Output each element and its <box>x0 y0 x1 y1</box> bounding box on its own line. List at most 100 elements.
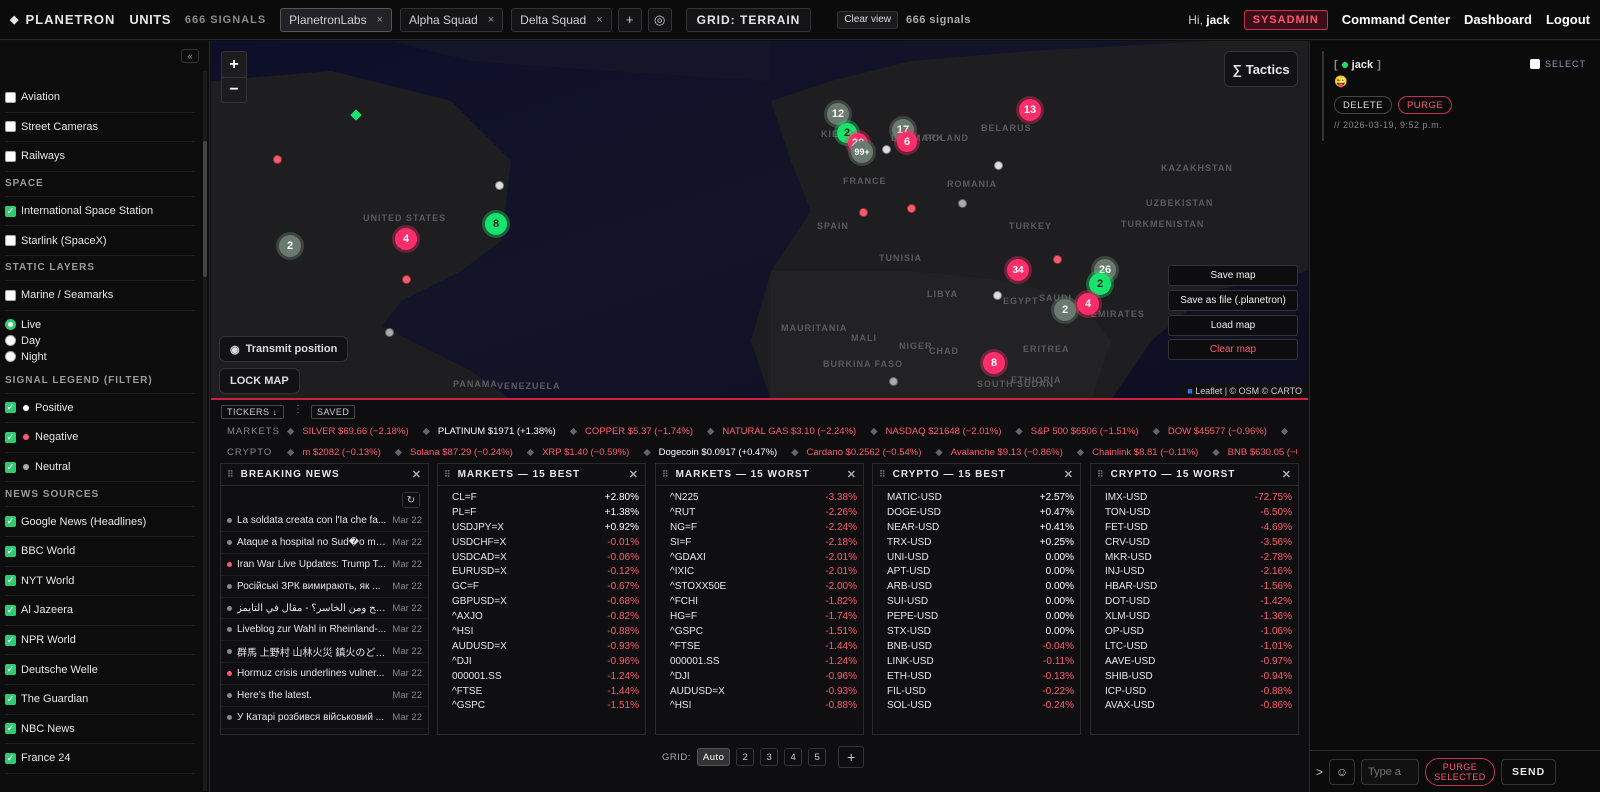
checkbox[interactable] <box>1529 59 1540 69</box>
ticker-item[interactable]: DOW $45577 (−0.96%) <box>1168 426 1267 437</box>
ticker-item[interactable]: Avalanche $9.13 (−0.86%) <box>951 447 1063 458</box>
ticker-row[interactable]: ^FCHI -1.82% <box>656 594 863 609</box>
signal-cluster[interactable]: 13 <box>1019 99 1041 121</box>
drag-handle-icon[interactable]: ⠿ <box>1097 469 1105 480</box>
ticker-item[interactable]: Dogecoin $0.0917 (+0.47%) <box>659 447 778 458</box>
ticker-row[interactable]: TRX-USD +0.25% <box>873 535 1080 550</box>
checkbox[interactable] <box>5 664 16 676</box>
source-dw[interactable]: Deutsche Welle <box>5 655 195 685</box>
ticker-item[interactable]: COPPER $5.37 (−1.74%) <box>585 426 693 437</box>
ticker-row[interactable]: ^DJI -0.96% <box>438 654 645 669</box>
ticker-item[interactable]: NASDAQ $21648 (−2.01%) <box>886 426 1002 437</box>
ticker-row[interactable]: XLM-USD -1.36% <box>1091 609 1298 624</box>
grid-mode-button[interactable]: GRID: TERRAIN <box>685 7 812 32</box>
checkbox[interactable] <box>5 402 16 414</box>
ticker-row[interactable]: ^GDAXI -2.01% <box>656 550 863 565</box>
signal-pin[interactable] <box>385 328 394 337</box>
map-attribution[interactable]: ■ Leaflet | © OSM © CARTO <box>1181 384 1308 398</box>
nav-command-center[interactable]: Command Center <box>1342 12 1450 27</box>
ticker-row[interactable]: USDCAD=X -0.06% <box>438 550 645 565</box>
news-item[interactable]: Російські ЗРК вимирають, як ... Mar 22 <box>221 576 428 598</box>
drag-handle-icon[interactable]: ⠿ <box>227 469 235 480</box>
ticker-row[interactable]: MKR-USD -2.78% <box>1091 550 1298 565</box>
ticker-row[interactable]: MATIC-USD +2.57% <box>873 490 1080 505</box>
ticker-row[interactable]: USDJPY=X +0.92% <box>438 520 645 535</box>
send-button[interactable]: SEND <box>1501 758 1557 785</box>
signal-cluster[interactable]: 12 <box>827 103 849 125</box>
checkbox[interactable] <box>5 575 16 587</box>
ticker-item[interactable]: BNB $630.05 (−0.04%) <box>1228 447 1297 458</box>
clear-view-button[interactable]: Clear view <box>837 10 899 29</box>
checkbox[interactable] <box>5 461 16 473</box>
ticker-item[interactable]: XRP $1.40 (−0.59%) <box>542 447 629 458</box>
checkbox[interactable] <box>5 752 16 764</box>
nav-logout[interactable]: Logout <box>1546 12 1590 27</box>
source-france24[interactable]: France 24 <box>5 744 195 774</box>
ticker-row[interactable]: GBPUSD=X -0.68% <box>438 594 645 609</box>
ticker-row[interactable]: CL=F +2.80% <box>438 490 645 505</box>
news-item[interactable]: Iran War Live Updates: Trump T... Mar 22 <box>221 554 428 576</box>
close-icon[interactable]: × <box>377 14 383 26</box>
load-map-button[interactable]: Load map <box>1168 315 1298 336</box>
ticker-row[interactable]: ICP-USD -0.88% <box>1091 684 1298 699</box>
world-map[interactable]: UNITED STATES DENMARK POLAND BELARUS KAZ… <box>211 41 1308 400</box>
layer-street-cameras[interactable]: Street Cameras <box>5 113 195 143</box>
ticker-row[interactable]: OP-USD -1.06% <box>1091 624 1298 639</box>
signal-pin[interactable] <box>994 161 1003 170</box>
mode-day[interactable]: Day <box>5 333 195 349</box>
checkbox[interactable] <box>5 235 16 247</box>
signal-cluster[interactable]: 8 <box>485 213 507 235</box>
ticker-row[interactable]: UNI-USD 0.00% <box>873 550 1080 565</box>
tab-delta-squad[interactable]: Delta Squad × <box>511 7 612 32</box>
ticker-item[interactable]: Solana $87.29 (−0.24%) <box>410 447 513 458</box>
drag-handle-icon[interactable]: ⠿ <box>444 469 452 480</box>
ticker-row[interactable]: BNB-USD -0.04% <box>873 639 1080 654</box>
save-map-button[interactable]: Save map <box>1168 265 1298 286</box>
ticker-row[interactable]: FET-USD -4.69% <box>1091 520 1298 535</box>
drag-handle-icon[interactable]: ⠿ <box>662 469 670 480</box>
ticker-row[interactable]: USDCHF=X -0.01% <box>438 535 645 550</box>
signal-cluster[interactable]: 4 <box>395 228 417 250</box>
signal-cluster[interactable]: 8 <box>983 352 1005 374</box>
units-link[interactable]: UNITS <box>129 12 171 27</box>
layer-railways[interactable]: Railways <box>5 142 195 172</box>
ticker-row[interactable]: HG=F -1.74% <box>656 609 863 624</box>
ticker-row[interactable]: LINK-USD -0.11% <box>873 654 1080 669</box>
ticker-row[interactable]: ^HSI -0.88% <box>656 698 863 713</box>
ticker-row[interactable]: ^RUT -2.26% <box>656 505 863 520</box>
nav-dashboard[interactable]: Dashboard <box>1464 12 1532 27</box>
tab-planetronlabs[interactable]: PlanetronLabs × <box>280 7 392 32</box>
ticker-row[interactable]: ^IXIC -2.01% <box>656 564 863 579</box>
checkbox[interactable] <box>5 150 16 162</box>
grid-option-5[interactable]: 5 <box>808 748 827 766</box>
signal-cluster[interactable]: 34 <box>1007 259 1029 281</box>
close-icon[interactable]: ✕ <box>412 468 422 481</box>
signal-cluster[interactable]: 99+ <box>851 141 873 163</box>
ticker-row[interactable]: ^N225 -3.38% <box>656 490 863 505</box>
signal-pin[interactable] <box>402 275 411 284</box>
ticker-row[interactable]: AVAX-USD -0.86% <box>1091 698 1298 713</box>
signal-cluster[interactable]: 6 <box>897 132 917 152</box>
ticker-row[interactable]: AUDUSD=X -0.93% <box>438 639 645 654</box>
source-nyt[interactable]: NYT World <box>5 567 195 597</box>
signal-pin[interactable] <box>1053 255 1062 264</box>
legend-neutral[interactable]: Neutral <box>5 453 195 483</box>
close-icon[interactable]: ✕ <box>1064 468 1074 481</box>
ticker-row[interactable]: STX-USD 0.00% <box>873 624 1080 639</box>
checkbox[interactable] <box>5 431 16 443</box>
ticker-row[interactable]: IMX-USD -72.75% <box>1091 490 1298 505</box>
signal-pin[interactable] <box>859 208 868 217</box>
ticker-row[interactable]: PL=F +1.38% <box>438 505 645 520</box>
transmit-position-button[interactable]: ◉ Transmit position <box>219 336 349 362</box>
saved-badge[interactable]: SAVED <box>311 405 356 419</box>
news-item[interactable]: Liveblog zur Wahl in Rheinland-... Mar 22 <box>221 619 428 642</box>
close-icon[interactable]: ✕ <box>1282 468 1292 481</box>
checkbox[interactable] <box>5 516 16 528</box>
radio[interactable] <box>5 335 16 347</box>
grid-option-4[interactable]: 4 <box>784 748 803 766</box>
zoom-out-button[interactable]: − <box>222 77 246 102</box>
ticker-row[interactable]: ARB-USD 0.00% <box>873 579 1080 594</box>
legend-negative[interactable]: Negative <box>5 423 195 453</box>
ticker-row[interactable]: NG=F -2.24% <box>656 520 863 535</box>
ticker-row[interactable]: ^GSPC -1.51% <box>656 624 863 639</box>
